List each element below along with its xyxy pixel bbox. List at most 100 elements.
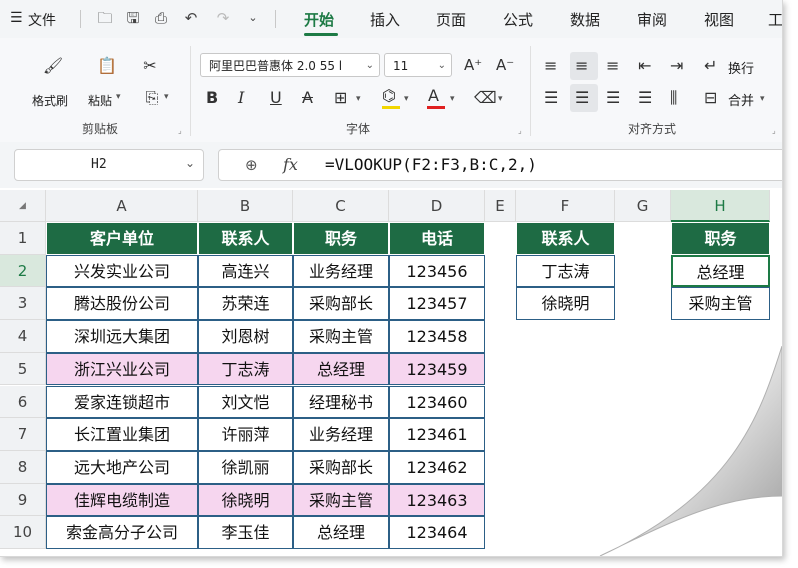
tab-home[interactable]: 开始	[304, 9, 334, 30]
table-cell[interactable]: 远大地产公司	[46, 450, 198, 484]
fill-color-dropdown-icon[interactable]: ▾	[404, 94, 409, 104]
row-header-8[interactable]: 8	[0, 450, 46, 484]
paste-icon[interactable]: 📋	[96, 56, 118, 76]
chevron-down-icon[interactable]: ⌄	[244, 9, 262, 27]
merge-button[interactable]: 合并	[728, 90, 754, 109]
print-preview-icon[interactable]: ⎙	[152, 9, 170, 27]
format-painter-icon[interactable]: 🖌	[42, 56, 64, 76]
eraser-icon[interactable]: ⌫	[474, 88, 497, 108]
border-dropdown-icon[interactable]: ▾	[356, 94, 361, 104]
font-size-select[interactable]: 11 ⌄	[384, 53, 452, 77]
select-all-corner[interactable]: ◢	[0, 190, 46, 222]
align-right-icon[interactable]: ☰	[606, 88, 620, 108]
justify-icon[interactable]: ☰	[638, 88, 652, 108]
table-cell[interactable]: 123458	[389, 320, 485, 353]
table-cell[interactable]: 123460	[389, 385, 485, 419]
copy-icon[interactable]: ⎘	[142, 88, 162, 108]
table-cell[interactable]: 采购部长	[293, 450, 389, 484]
fill-color-icon[interactable]: ⌬	[382, 86, 396, 106]
lookup-header-cell[interactable]: 联系人	[516, 222, 615, 255]
table-cell[interactable]: 业务经理	[293, 418, 389, 451]
redo-icon[interactable]: ↷	[214, 9, 232, 27]
hamburger-icon[interactable]: ☰	[10, 10, 23, 26]
align-bottom-icon[interactable]: ≡	[606, 56, 619, 76]
dialog-launcher-icon[interactable]: ⌟	[518, 126, 522, 135]
column-header-f[interactable]: F	[516, 190, 615, 222]
merge-dropdown-icon[interactable]: ▾	[760, 94, 765, 104]
row-header-4[interactable]: 4	[0, 320, 46, 353]
paste-dropdown-icon[interactable]: ▾	[116, 92, 121, 102]
row-header-1[interactable]: 1	[0, 222, 46, 255]
distributed-icon[interactable]: ⫼	[670, 88, 677, 108]
column-header-d[interactable]: D	[389, 190, 485, 222]
tab-view[interactable]: 视图	[704, 9, 734, 30]
zoom-function-icon[interactable]: ⊕	[245, 156, 258, 174]
font-name-select[interactable]: 阿里巴巴普惠体 2.0 55 l ⌄	[200, 53, 380, 77]
result-cell[interactable]: 采购主管	[671, 287, 770, 321]
column-header-e[interactable]: E	[485, 190, 516, 222]
table-cell[interactable]: 丁志涛	[198, 352, 293, 386]
decrease-font-icon[interactable]: A⁻	[496, 55, 514, 75]
table-cell[interactable]: 徐晓明	[198, 483, 293, 517]
lookup-name-cell[interactable]: 徐晓明	[516, 287, 615, 321]
table-cell[interactable]: 采购主管	[293, 483, 389, 517]
table-cell[interactable]: 浙江兴业公司	[46, 352, 198, 386]
align-middle-icon[interactable]: ≡	[575, 56, 588, 76]
table-cell[interactable]: 爱家连锁超市	[46, 385, 198, 419]
italic-icon[interactable]: I	[238, 88, 244, 108]
table-cell[interactable]: 经理秘书	[293, 385, 389, 419]
table-cell[interactable]: 长江置业集团	[46, 418, 198, 451]
lookup-name-cell[interactable]: 丁志涛	[516, 254, 615, 288]
fx-icon[interactable]: fx	[283, 155, 298, 174]
folder-open-icon[interactable]: 🗀	[96, 9, 114, 27]
dialog-launcher-icon[interactable]: ⌟	[772, 126, 776, 135]
row-header-7[interactable]: 7	[0, 418, 46, 451]
align-top-icon[interactable]: ≡	[544, 56, 557, 76]
bold-icon[interactable]: B	[206, 88, 218, 108]
column-header-g[interactable]: G	[615, 190, 671, 222]
table-header-cell[interactable]: 客户单位	[46, 222, 198, 255]
table-cell[interactable]: 123457	[389, 287, 485, 321]
underline-icon[interactable]: U	[270, 88, 282, 108]
table-cell[interactable]: 索金高分子公司	[46, 516, 198, 549]
table-cell[interactable]: 高连兴	[198, 254, 293, 288]
table-cell[interactable]: 刘恩树	[198, 320, 293, 353]
table-header-cell[interactable]: 联系人	[198, 222, 293, 255]
table-cell[interactable]: 总经理	[293, 516, 389, 549]
table-cell[interactable]: 苏荣连	[198, 287, 293, 321]
row-header-2[interactable]: 2	[0, 254, 46, 288]
table-cell[interactable]: 123456	[389, 254, 485, 288]
formula-input[interactable]: ⊕ fx =VLOOKUP(F2:F3,B:C,2,)	[218, 149, 782, 181]
align-left-icon[interactable]: ☰	[544, 88, 558, 108]
save-icon[interactable]: 🖫	[124, 9, 142, 27]
table-cell[interactable]: 腾达股份公司	[46, 287, 198, 321]
table-cell[interactable]: 123462	[389, 450, 485, 484]
font-color-dropdown-icon[interactable]: ▾	[450, 94, 455, 104]
align-center-icon[interactable]: ☰	[575, 88, 589, 108]
tab-page[interactable]: 页面	[436, 9, 466, 30]
table-cell[interactable]: 业务经理	[293, 254, 389, 288]
wrap-text-button[interactable]: 换行	[728, 58, 754, 77]
table-cell[interactable]: 123461	[389, 418, 485, 451]
table-cell[interactable]: 李玉佳	[198, 516, 293, 549]
tab-formulas[interactable]: 公式	[503, 9, 533, 30]
font-color-icon[interactable]: A	[428, 86, 439, 106]
table-cell[interactable]: 采购主管	[293, 320, 389, 353]
undo-icon[interactable]: ↶	[182, 9, 200, 27]
file-menu[interactable]: 文件	[28, 10, 56, 30]
table-cell[interactable]: 123459	[389, 352, 485, 386]
row-header-9[interactable]: 9	[0, 483, 46, 517]
table-cell[interactable]: 兴发实业公司	[46, 254, 198, 288]
name-box[interactable]: H2 ⌄	[14, 149, 204, 181]
table-cell[interactable]: 123464	[389, 516, 485, 549]
merge-icon[interactable]: ⊟	[704, 88, 717, 108]
tab-data[interactable]: 数据	[570, 9, 600, 30]
row-header-3[interactable]: 3	[0, 287, 46, 321]
dialog-launcher-icon[interactable]: ⌟	[178, 126, 182, 135]
column-header-b[interactable]: B	[198, 190, 293, 222]
column-header-h[interactable]: H	[671, 190, 770, 222]
increase-indent-icon[interactable]: ⇥	[670, 56, 683, 76]
column-header-c[interactable]: C	[293, 190, 389, 222]
eraser-dropdown-icon[interactable]: ▾	[498, 94, 503, 104]
table-cell[interactable]: 许丽萍	[198, 418, 293, 451]
